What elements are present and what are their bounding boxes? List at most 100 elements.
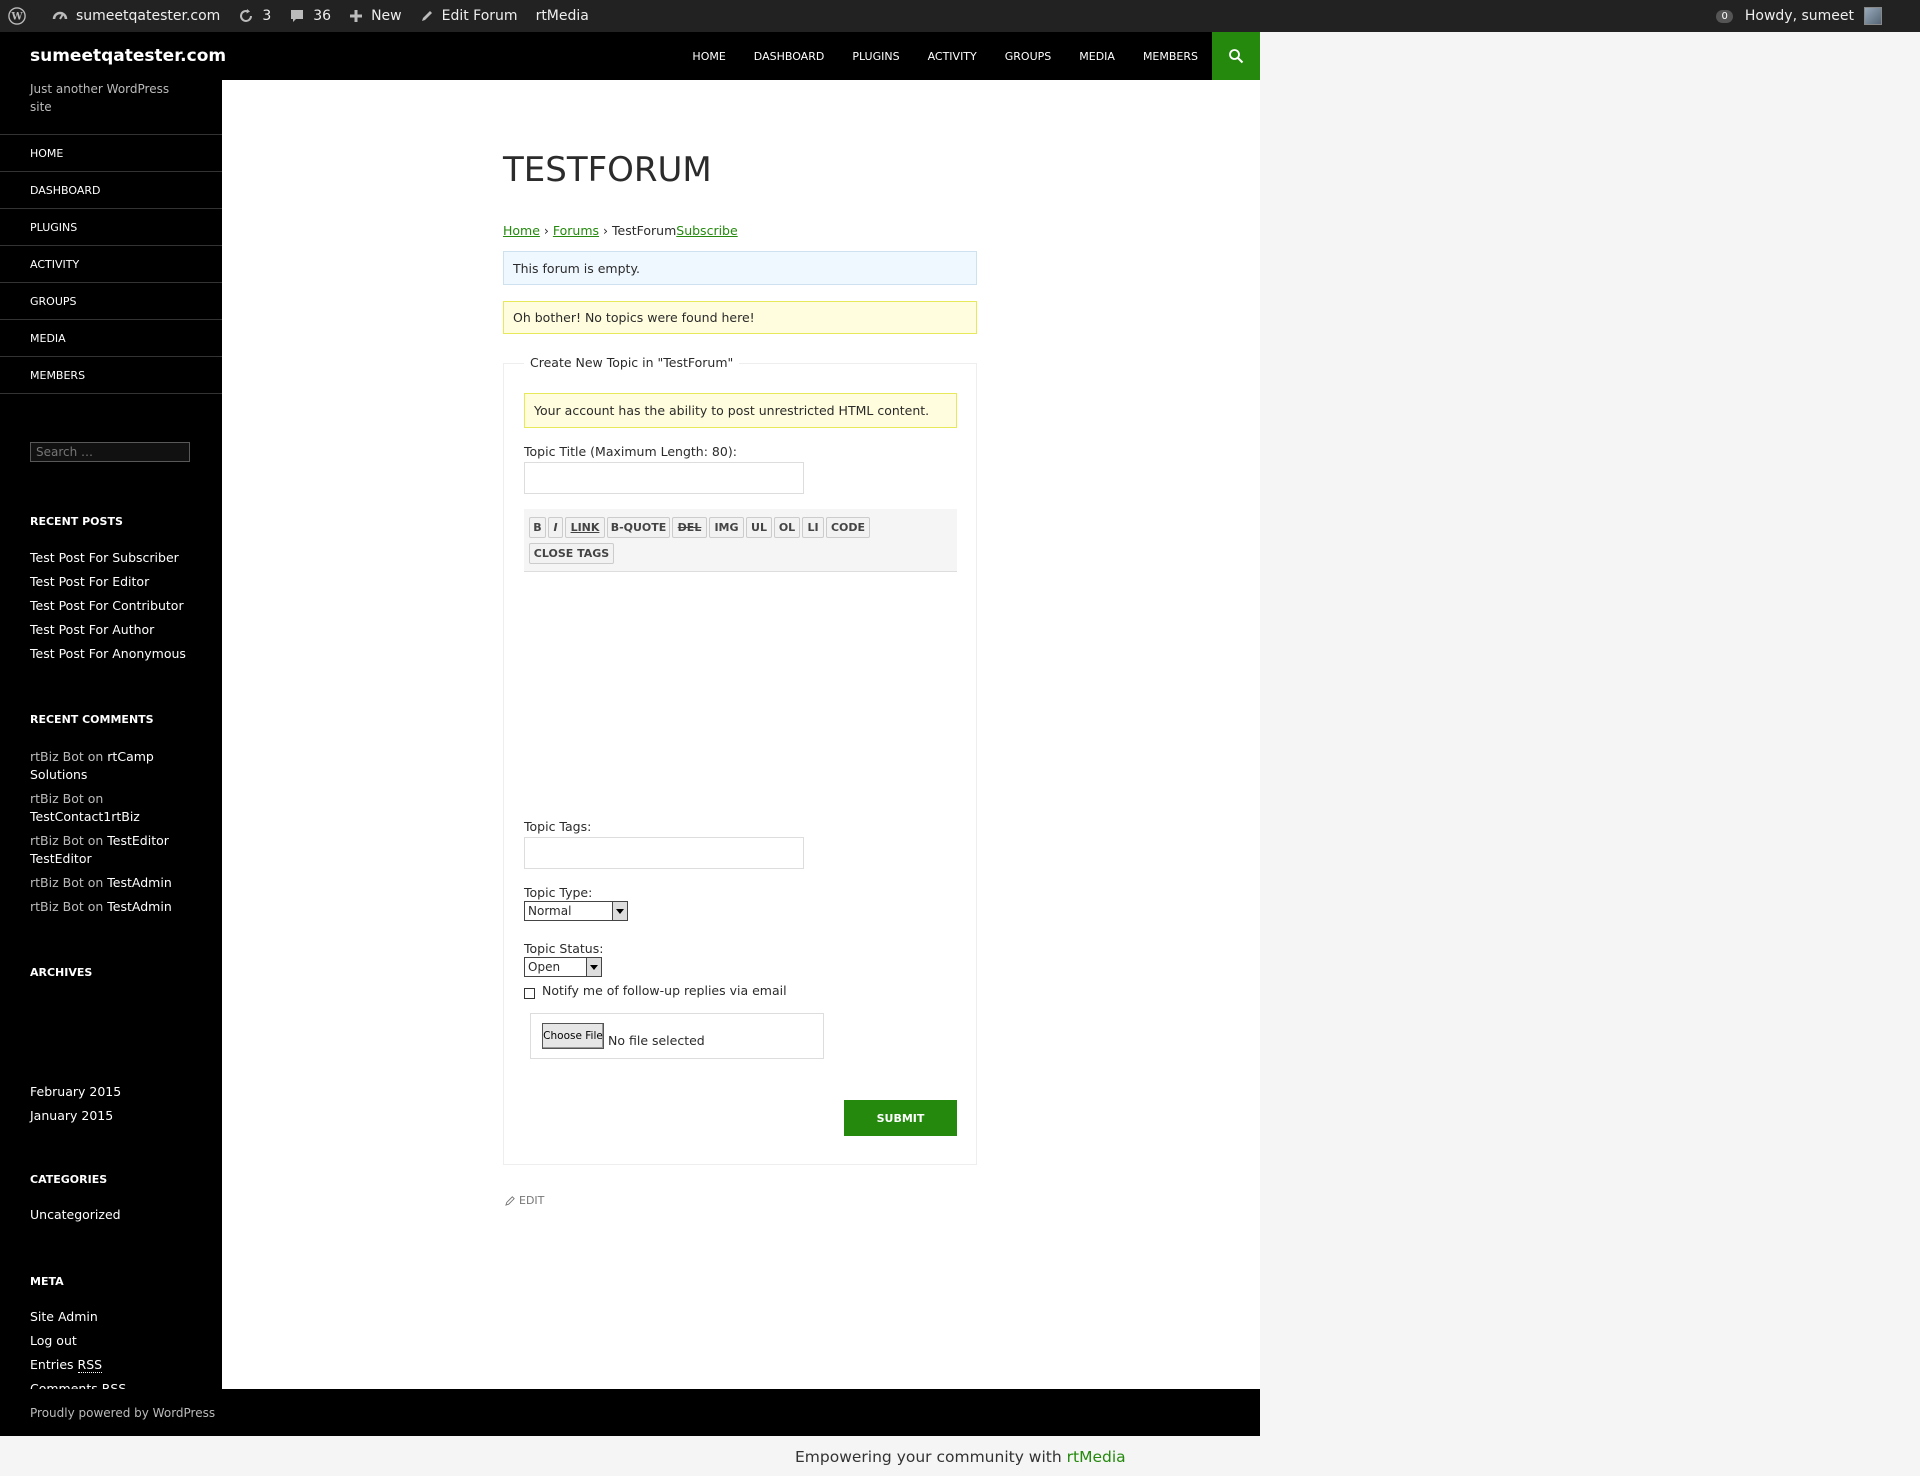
quicktag-close-tags-button[interactable]: CLOSE TAGS [529, 543, 614, 564]
topic-type-select[interactable]: Normal [524, 901, 628, 921]
avatar[interactable] [1864, 7, 1882, 25]
page-title: TESTFORUM [503, 150, 712, 190]
topic-tags-input[interactable] [524, 837, 804, 869]
topic-title-input[interactable] [524, 462, 804, 494]
notify-checkbox[interactable] [524, 988, 535, 999]
archive-link[interactable]: February 2015 [30, 1080, 200, 1104]
quicktag-li-button[interactable]: LI [802, 517, 824, 538]
nav-members[interactable]: MEMBERS [1143, 50, 1198, 63]
breadcrumb: Home › Forums › TestForumSubscribe [503, 223, 738, 238]
edit-link-label: EDIT [519, 1194, 545, 1207]
topic-content-textarea[interactable] [524, 572, 957, 812]
notify-label[interactable]: Notify me of follow-up replies via email [542, 983, 787, 998]
archive-link[interactable]: January 2015 [30, 1104, 200, 1128]
subscribe-link[interactable]: Subscribe [676, 223, 737, 238]
html-ability-notice: Your account has the ability to post unr… [524, 393, 957, 428]
comment-author[interactable]: rtBiz Bot [30, 899, 84, 914]
forum-empty-text: This forum is empty. [513, 260, 641, 276]
choose-file-button[interactable]: Choose File [542, 1023, 604, 1049]
nav-activity[interactable]: ACTIVITY [928, 50, 977, 63]
rtmedia-credit-link[interactable]: rtMedia [1067, 1448, 1126, 1466]
sidebar-item-activity[interactable]: ACTIVITY [0, 246, 222, 283]
quicktag-ol-button[interactable]: OL [774, 517, 800, 538]
quicktag-del-button[interactable]: DEL [672, 517, 707, 538]
main-content: TESTFORUM Home › Forums › TestForumSubsc… [222, 80, 1260, 1389]
topic-status-select[interactable]: Open [524, 957, 602, 977]
comment-author[interactable]: rtBiz Bot [30, 791, 84, 806]
quicktag-blockquote-button[interactable]: B-QUOTE [607, 517, 670, 538]
breadcrumb-forums[interactable]: Forums [553, 223, 599, 238]
wordpress-logo-icon[interactable]: W [8, 7, 34, 25]
topic-status-value: Open [528, 960, 561, 974]
quicktag-bold-button[interactable]: B [529, 517, 546, 538]
breadcrumb-home[interactable]: Home [503, 223, 540, 238]
rtmedia-credit-prefix: Empowering your community with [795, 1448, 1062, 1466]
submit-button[interactable]: SUBMIT [844, 1100, 957, 1136]
nav-dashboard[interactable]: DASHBOARD [754, 50, 825, 63]
sidebar-item-home[interactable]: HOME [0, 135, 222, 172]
quicktag-code-button[interactable]: CODE [826, 517, 870, 538]
comment-on: on [87, 875, 104, 890]
meta-link[interactable]: Site Admin [30, 1305, 200, 1329]
comment-author[interactable]: rtBiz Bot [30, 749, 84, 764]
topic-tags-label: Topic Tags: [524, 819, 592, 834]
nav-plugins[interactable]: PLUGINS [852, 50, 899, 63]
quicktag-italic-button[interactable]: I [548, 517, 563, 538]
howdy-label[interactable]: Howdy, sumeet [1745, 8, 1854, 24]
topic-type-label: Topic Type: [524, 885, 593, 900]
quicktag-link-button[interactable]: LINK [565, 517, 605, 538]
meta-link[interactable]: Entries RSS [30, 1353, 200, 1377]
sidebar-item-dashboard[interactable]: DASHBOARD [0, 172, 222, 209]
admin-bar-site-name[interactable]: sumeetqatester.com [52, 8, 220, 24]
sidebar-item-plugins[interactable]: PLUGINS [0, 209, 222, 246]
sidebar-search-input[interactable] [30, 442, 190, 462]
site-title[interactable]: sumeetqatester.com [30, 46, 226, 66]
comment-author[interactable]: rtBiz Bot [30, 875, 84, 890]
meta-title: META [30, 1275, 64, 1288]
meta-link[interactable]: Log out [30, 1329, 200, 1353]
admin-bar-new[interactable]: New [349, 8, 402, 24]
sidebar-item-members[interactable]: MEMBERS [0, 357, 222, 394]
notification-count-badge[interactable]: 0 [1716, 9, 1733, 23]
recent-comments-list: rtBiz Bot on rtCamp Solutions rtBiz Bot … [30, 748, 180, 922]
comment-post-link[interactable]: TestAdmin [107, 875, 171, 890]
admin-bar-updates[interactable]: 3 [238, 8, 271, 24]
admin-bar-account[interactable]: 0 Howdy, sumeet [1716, 0, 1882, 32]
recent-post-link[interactable]: Test Post For Contributor [30, 594, 200, 618]
dashboard-icon [52, 11, 68, 20]
comment-author[interactable]: rtBiz Bot [30, 833, 84, 848]
category-link[interactable]: Uncategorized [30, 1203, 200, 1227]
comment-post-link[interactable]: TestAdmin [107, 899, 171, 914]
recent-post-link[interactable]: Test Post For Editor [30, 570, 200, 594]
chevron-down-icon [612, 902, 627, 920]
secondary-nav: HOME DASHBOARD PLUGINS ACTIVITY GROUPS M… [0, 134, 222, 394]
sidebar-item-media[interactable]: MEDIA [0, 320, 222, 357]
admin-bar-comments[interactable]: 36 [289, 8, 331, 24]
breadcrumb-separator: › [543, 223, 549, 238]
recent-post-link[interactable]: Test Post For Anonymous [30, 642, 200, 666]
admin-bar-rtmedia[interactable]: rtMedia [536, 8, 589, 24]
edit-link[interactable]: EDIT [505, 1194, 544, 1207]
comment-post-link[interactable]: TestContact1rtBiz [30, 809, 140, 824]
breadcrumb-current: TestForum [612, 223, 677, 238]
search-icon [1229, 49, 1244, 64]
comment-on: on [87, 791, 104, 806]
pencil-icon [505, 1196, 515, 1206]
quicktag-ul-button[interactable]: UL [746, 517, 772, 538]
nav-home[interactable]: HOME [692, 50, 725, 63]
recent-post-link[interactable]: Test Post For Subscriber [30, 546, 200, 570]
quicktag-img-button[interactable]: IMG [709, 517, 744, 538]
nav-media[interactable]: MEDIA [1079, 50, 1115, 63]
new-label: New [371, 8, 402, 24]
rss-abbr: RSS [77, 1357, 103, 1373]
footer-credit-link[interactable]: Proudly powered by WordPress [30, 1406, 215, 1420]
primary-nav: HOME DASHBOARD PLUGINS ACTIVITY GROUPS M… [664, 32, 1198, 80]
sidebar-item-groups[interactable]: GROUPS [0, 283, 222, 320]
breadcrumb-separator: › [603, 223, 609, 238]
admin-bar-site-name-label: sumeetqatester.com [76, 8, 221, 24]
search-toggle-button[interactable] [1212, 32, 1260, 80]
admin-bar-edit-forum[interactable]: Edit Forum [420, 8, 518, 24]
recent-post-link[interactable]: Test Post For Author [30, 618, 200, 642]
no-topics-text: Oh bother! No topics were found here! [513, 310, 755, 325]
nav-groups[interactable]: GROUPS [1005, 50, 1052, 63]
